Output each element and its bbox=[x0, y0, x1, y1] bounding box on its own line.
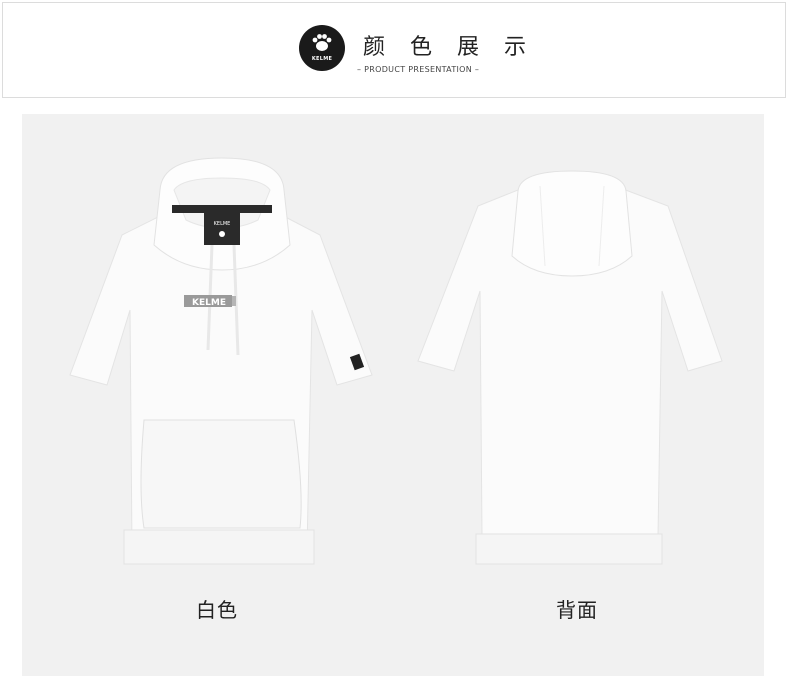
page-subtitle: – PRODUCT PRESENTATION – bbox=[357, 65, 480, 74]
header-banner: KELME 颜 色 展 示 – PRODUCT PRESENTATION – bbox=[2, 2, 786, 98]
hoodie-back-image bbox=[417, 170, 723, 565]
logo-wordmark: KELME bbox=[311, 56, 333, 62]
caption-white: 白色 bbox=[196, 598, 238, 622]
chest-print-text: KELME bbox=[192, 298, 226, 308]
caption-back: 背面 bbox=[556, 598, 598, 622]
page-title: 颜 色 展 示 bbox=[363, 35, 535, 60]
hoodie-front-image: KELME KELME bbox=[69, 157, 373, 565]
neck-label-text: KELME bbox=[214, 221, 231, 227]
kelme-logo: KELME bbox=[299, 25, 345, 71]
paw-icon bbox=[312, 34, 332, 51]
